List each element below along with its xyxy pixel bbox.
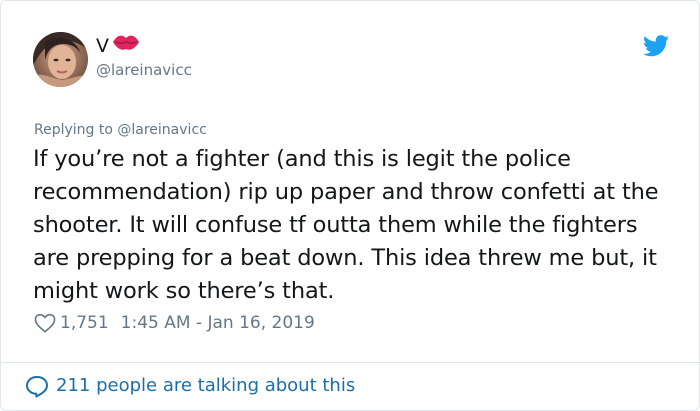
tweet-text: If you’re not a fighter (and this is leg…: [33, 146, 659, 304]
display-name[interactable]: V: [96, 34, 140, 57]
speech-bubble-icon: [25, 375, 49, 398]
kiss-lips-icon: [112, 34, 140, 57]
tweet-meta: 1,751 1:45 AM - Jan 16, 2019: [34, 312, 315, 334]
replying-to-label: Replying to: [34, 122, 113, 138]
replying-to-handle[interactable]: @lareinavicc: [117, 122, 206, 138]
like-count: 1,751: [60, 313, 109, 333]
talking-about-text: 211 people are talking about this: [56, 375, 356, 396]
heart-icon[interactable]: [34, 313, 56, 333]
display-name-text: V: [96, 34, 109, 57]
tweet-timestamp[interactable]: 1:45 AM - Jan 16, 2019: [121, 312, 315, 334]
avatar[interactable]: [33, 32, 88, 87]
conversation-link[interactable]: 211 people are talking about this: [25, 374, 355, 398]
divider: [1, 362, 699, 363]
replying-to: Replying to @lareinavicc: [34, 122, 207, 139]
twitter-bird-icon[interactable]: [643, 35, 669, 57]
tweet-card: V @lareinavicc Replying to @lareinavicc …: [0, 0, 700, 411]
user-handle[interactable]: @lareinavicc: [96, 61, 192, 79]
